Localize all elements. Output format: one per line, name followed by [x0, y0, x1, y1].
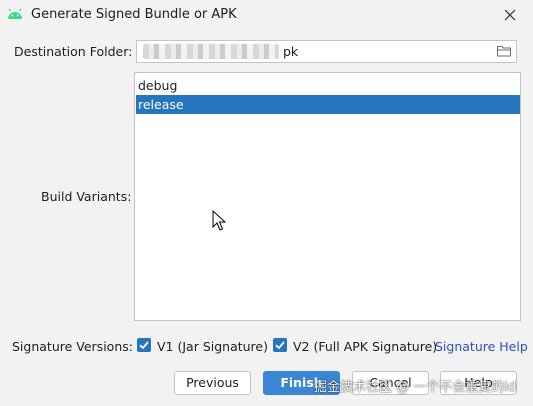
blurred-path	[143, 44, 279, 59]
cancel-button[interactable]: Cancel	[352, 371, 429, 395]
checkmark-icon	[275, 341, 285, 350]
checkmark-icon	[139, 341, 149, 350]
previous-button[interactable]: Previous	[174, 371, 251, 395]
v1-signature-checkbox[interactable]	[137, 338, 151, 352]
variant-item-debug[interactable]: debug	[136, 76, 520, 95]
variant-item-release[interactable]: release	[136, 95, 520, 114]
v2-signature-checkbox[interactable]	[273, 338, 287, 352]
build-variants-list[interactable]: debug release	[134, 72, 521, 321]
v2-signature-label: V2 (Full APK Signature)	[293, 339, 438, 354]
signature-versions-label: Signature Versions:	[12, 339, 133, 354]
v1-signature-label: V1 (Jar Signature)	[157, 339, 268, 354]
android-icon	[8, 8, 22, 19]
destination-folder-label: Destination Folder:	[14, 44, 133, 59]
destination-folder-field[interactable]: pk	[136, 40, 517, 63]
destination-folder-value: pk	[283, 44, 299, 59]
folder-icon[interactable]	[497, 45, 511, 57]
window-title: Generate Signed Bundle or APK	[31, 7, 237, 22]
close-icon	[504, 9, 516, 21]
title-bar: Generate Signed Bundle or APK	[0, 0, 533, 31]
signature-help-link[interactable]: Signature Help	[435, 339, 528, 354]
mouse-cursor-icon	[212, 210, 226, 231]
finish-button[interactable]: Finish	[263, 371, 340, 395]
close-button[interactable]	[501, 6, 519, 24]
build-variants-label: Build Variants:	[41, 189, 132, 204]
help-button[interactable]: Help	[440, 371, 517, 395]
